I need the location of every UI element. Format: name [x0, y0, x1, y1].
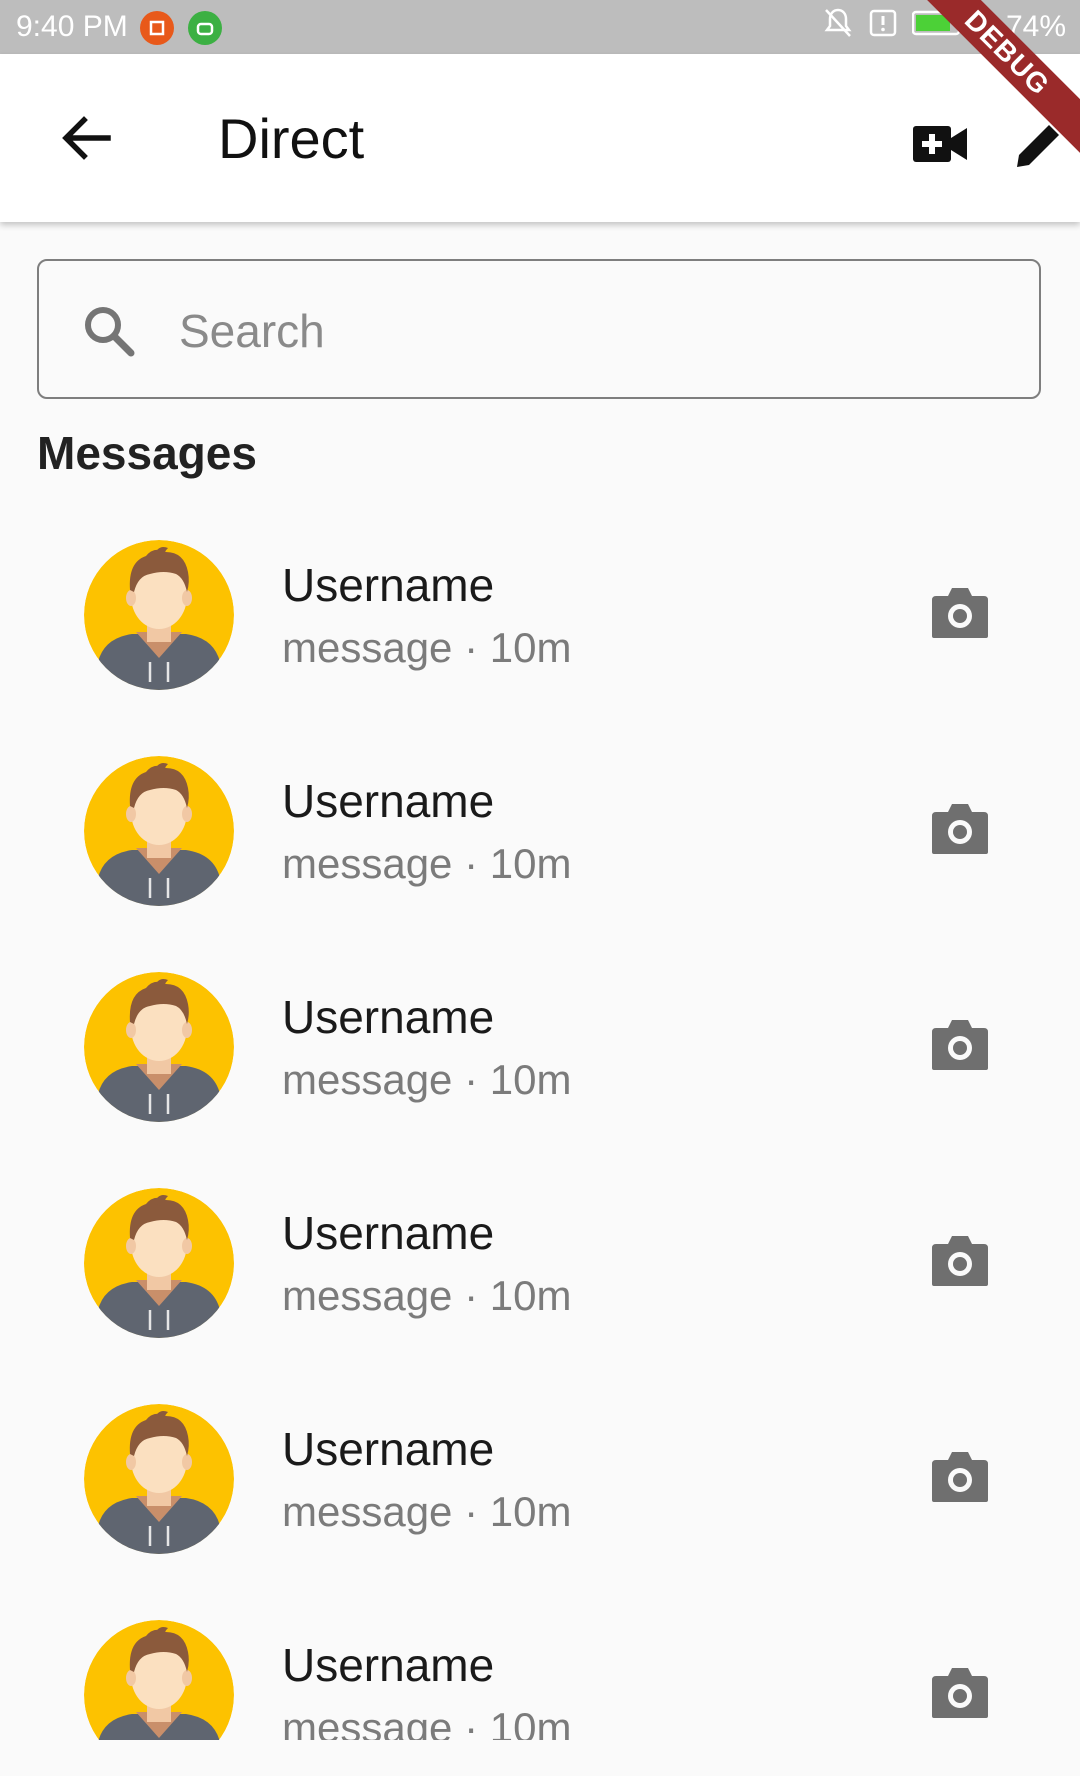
camera-icon: [932, 1236, 988, 1286]
conversation-preview: message · 10m: [282, 1488, 572, 1535]
avatar[interactable]: [84, 1404, 234, 1554]
notifications-off-icon: [822, 6, 854, 48]
conversation-preview: message · 10m: [282, 1704, 572, 1740]
conversation-username: Username: [282, 1639, 495, 1691]
app-bar: Direct: [0, 54, 1080, 222]
conversation-username: Username: [282, 991, 495, 1043]
conversation-username: Username: [282, 775, 495, 827]
conversation-preview: message · 10m: [282, 624, 572, 671]
conversation-row[interactable]: Username message · 10m: [0, 1148, 1080, 1364]
conversation-row[interactable]: Username message · 10m: [0, 716, 1080, 932]
conversation-username: Username: [282, 1207, 495, 1259]
conversation-username: Username: [282, 1423, 495, 1475]
conversation-preview: message · 10m: [282, 840, 572, 887]
video-add-icon: [913, 126, 967, 162]
conversation-username: Username: [282, 559, 495, 611]
camera-icon: [932, 1452, 988, 1502]
alert-icon: [868, 8, 898, 46]
avatar[interactable]: [84, 540, 234, 690]
camera-button[interactable]: [930, 1450, 990, 1504]
avatar[interactable]: [84, 972, 234, 1122]
avatar[interactable]: [84, 1188, 234, 1338]
camera-button[interactable]: [930, 1666, 990, 1720]
avatar[interactable]: [84, 756, 234, 906]
camera-button[interactable]: [930, 586, 990, 640]
section-title: Messages: [37, 427, 257, 479]
avatar[interactable]: [84, 1620, 234, 1740]
new-video-call-button[interactable]: [900, 104, 980, 184]
android-notification-icon: [188, 11, 222, 45]
back-button[interactable]: [48, 100, 124, 176]
camera-icon: [932, 588, 988, 638]
search-icon: [85, 307, 135, 357]
conversation-list: Username message · 10m Username message …: [0, 500, 1080, 1740]
camera-button[interactable]: [930, 1018, 990, 1072]
back-arrow-icon: [62, 116, 111, 160]
conversation-row[interactable]: Username message · 10m: [0, 932, 1080, 1148]
camera-icon: [932, 1668, 988, 1718]
page-title: Direct: [218, 107, 365, 170]
search-field[interactable]: [37, 259, 1041, 399]
app-notification-icon: [140, 11, 174, 45]
conversation-row[interactable]: Username message · 10m: [0, 1580, 1080, 1740]
status-time: 9:40 PM: [16, 10, 128, 43]
conversation-preview: message · 10m: [282, 1272, 572, 1319]
status-bar: 9:40 PM 74%: [0, 0, 1080, 54]
camera-icon: [932, 804, 988, 854]
conversation-row[interactable]: Username message · 10m: [0, 500, 1080, 716]
camera-icon: [932, 1020, 988, 1070]
camera-button[interactable]: [930, 802, 990, 856]
search-input[interactable]: [179, 291, 999, 371]
conversation-preview: message · 10m: [282, 1056, 572, 1103]
conversation-row[interactable]: Username message · 10m: [0, 1364, 1080, 1580]
camera-button[interactable]: [930, 1234, 990, 1288]
